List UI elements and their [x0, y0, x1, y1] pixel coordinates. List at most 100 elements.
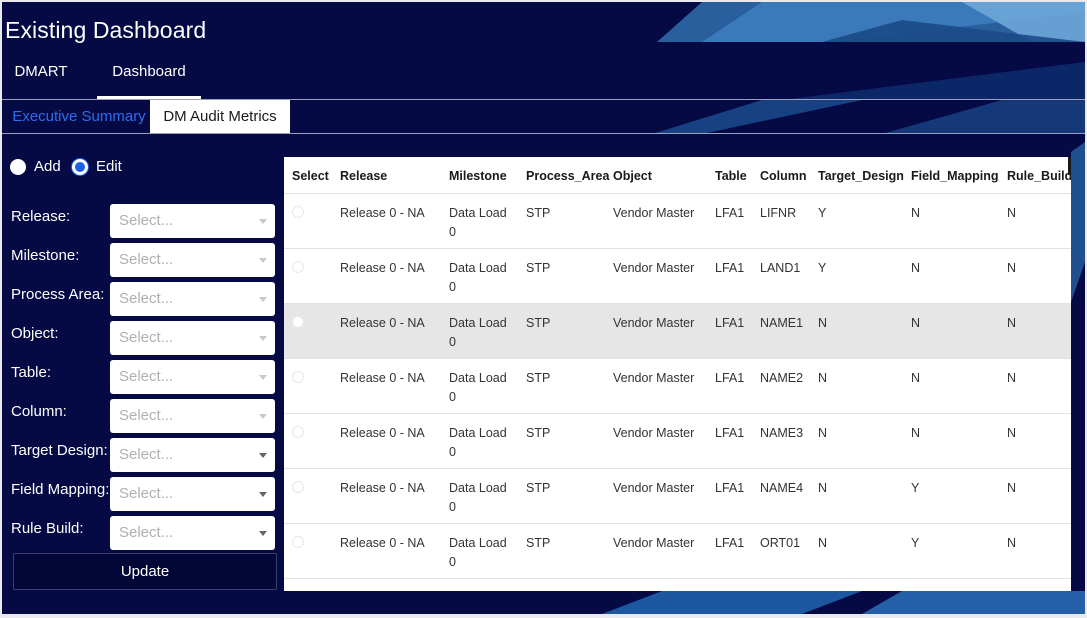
- table-row[interactable]: Release 0 - NA Data Load 0 STP Vendor Ma…: [284, 524, 1071, 579]
- target-design-placeholder: Select...: [119, 446, 174, 463]
- column-header-table[interactable]: Table: [715, 169, 747, 183]
- table-row[interactable]: Release 0 - NA Data Load 0 STP Vendor Ma…: [284, 414, 1071, 469]
- chevron-down-icon: [259, 414, 267, 419]
- object-placeholder: Select...: [119, 329, 174, 346]
- cell-milestone: Data Load 0: [449, 481, 507, 514]
- field-mapping-select[interactable]: Select...: [110, 477, 275, 511]
- audit-metrics-table: Select Release Milestone Process_Area Ob…: [284, 157, 1071, 591]
- cell-release: Release 0 - NA: [340, 316, 425, 330]
- cell-object: Vendor Master: [613, 536, 695, 550]
- cell-table: LFA1: [715, 536, 745, 550]
- column-header-process-area[interactable]: Process_Area: [526, 169, 609, 183]
- row-select-radio[interactable]: [292, 206, 304, 218]
- update-button[interactable]: Update: [13, 553, 277, 590]
- nav-tab-dashboard[interactable]: Dashboard: [97, 56, 201, 100]
- row-select-radio[interactable]: [292, 536, 304, 548]
- column-header-milestone[interactable]: Milestone: [449, 169, 507, 183]
- milestone-select[interactable]: Select...: [110, 243, 275, 277]
- object-label: Object:: [11, 325, 59, 342]
- process-area-label: Process Area:: [11, 286, 105, 303]
- cell-object: Vendor Master: [613, 426, 695, 440]
- tab-executive-summary[interactable]: Executive Summary: [10, 100, 148, 134]
- rule-build-label: Rule Build:: [11, 520, 84, 537]
- chevron-down-icon: [259, 492, 267, 497]
- row-select-radio[interactable]: [292, 316, 304, 328]
- column-header-target-design[interactable]: Target_Design: [818, 169, 904, 183]
- row-select-radio[interactable]: [292, 261, 304, 273]
- table-row[interactable]: Release 0 - NA Data Load 0 STP Vendor Ma…: [284, 194, 1071, 249]
- tab-dm-audit-metrics[interactable]: DM Audit Metrics: [150, 100, 290, 134]
- cell-milestone: Data Load 0: [449, 261, 507, 294]
- cell-rule-build: N: [1007, 206, 1017, 220]
- column-header-release[interactable]: Release: [340, 169, 387, 183]
- column-header-field-mapping[interactable]: Field_Mapping: [911, 169, 999, 183]
- row-select-radio[interactable]: [292, 371, 304, 383]
- row-select-radio[interactable]: [292, 426, 304, 438]
- cell-column: NAME2: [760, 371, 804, 385]
- column-header-column[interactable]: Column: [760, 169, 807, 183]
- release-select[interactable]: Select...: [110, 204, 275, 238]
- chevron-down-icon: [259, 453, 267, 458]
- chevron-down-icon: [259, 336, 267, 341]
- nav-tab-dmart[interactable]: DMART: [4, 56, 78, 100]
- table-row-highlighted[interactable]: Release 0 - NA Data Load 0 STP Vendor Ma…: [284, 304, 1071, 359]
- cell-release: Release 0 - NA: [340, 481, 425, 495]
- target-design-select[interactable]: Select...: [110, 438, 275, 472]
- cell-column: LAND1: [760, 261, 801, 275]
- cell-rule-build: N: [1007, 426, 1017, 440]
- cell-process-area: STP: [526, 426, 551, 440]
- process-area-placeholder: Select...: [119, 290, 174, 307]
- cell-object: Vendor Master: [613, 206, 695, 220]
- chevron-down-icon: [259, 258, 267, 263]
- cell-field-mapping: N: [911, 371, 921, 385]
- release-label: Release:: [11, 208, 71, 225]
- column-header-select[interactable]: Select: [292, 169, 329, 183]
- cell-target-design: Y: [818, 206, 827, 220]
- cell-table: LFA1: [715, 206, 745, 220]
- table-label: Table:: [11, 364, 52, 381]
- table-select[interactable]: Select...: [110, 360, 275, 394]
- cell-rule-build: N: [1007, 261, 1017, 275]
- table-header: Select Release Milestone Process_Area Ob…: [284, 157, 1071, 194]
- column-header-rule-build[interactable]: Rule_Build: [1007, 169, 1071, 183]
- cell-release: Release 0 - NA: [340, 206, 425, 220]
- rule-build-select[interactable]: Select...: [110, 516, 275, 550]
- cell-field-mapping: N: [911, 206, 921, 220]
- table-row[interactable]: Release 0 - NA Data Load 0 STP Vendor Ma…: [284, 469, 1071, 524]
- cell-milestone: Data Load 0: [449, 206, 507, 239]
- object-select[interactable]: Select...: [110, 321, 275, 355]
- process-area-select[interactable]: Select...: [110, 282, 275, 316]
- column-select[interactable]: Select...: [110, 399, 275, 433]
- radio-add-label: Add: [34, 158, 61, 175]
- radio-edit-indicator[interactable]: [72, 158, 88, 175]
- cell-process-area: STP: [526, 261, 551, 275]
- chevron-down-icon: [259, 219, 267, 224]
- form-row-field-mapping: Field Mapping: Select...: [11, 477, 276, 511]
- top-nav: DMART Dashboard: [2, 56, 1085, 100]
- chevron-down-icon: [259, 297, 267, 302]
- radio-edit[interactable]: Edit: [72, 158, 122, 175]
- cell-target-design: N: [818, 316, 828, 330]
- cell-field-mapping: N: [911, 316, 921, 330]
- cell-table: LFA1: [715, 426, 745, 440]
- cell-rule-build: N: [1007, 536, 1017, 550]
- cell-target-design: N: [818, 536, 828, 550]
- table-row[interactable]: Release 0 - NA Data Load 0 STP Vendor Ma…: [284, 249, 1071, 304]
- cell-column: ORT01: [760, 536, 801, 550]
- radio-edit-label: Edit: [96, 158, 122, 175]
- cell-release: Release 0 - NA: [340, 261, 425, 275]
- cell-process-area: STP: [526, 206, 551, 220]
- radio-add[interactable]: Add: [10, 158, 61, 175]
- cell-process-area: STP: [526, 536, 551, 550]
- table-row[interactable]: Release 0 - NA Data Load 0 STP Vendor Ma…: [284, 359, 1071, 414]
- form-row-object: Object: Select...: [11, 321, 276, 355]
- milestone-label: Milestone:: [11, 247, 80, 264]
- cell-target-design: Y: [818, 261, 827, 275]
- radio-add-indicator[interactable]: [10, 158, 26, 175]
- cell-release: Release 0 - NA: [340, 536, 425, 550]
- cell-column: NAME3: [760, 426, 804, 440]
- column-header-object[interactable]: Object: [613, 169, 652, 183]
- cell-milestone: Data Load 0: [449, 536, 507, 569]
- form-row-table: Table: Select...: [11, 360, 276, 394]
- row-select-radio[interactable]: [292, 481, 304, 493]
